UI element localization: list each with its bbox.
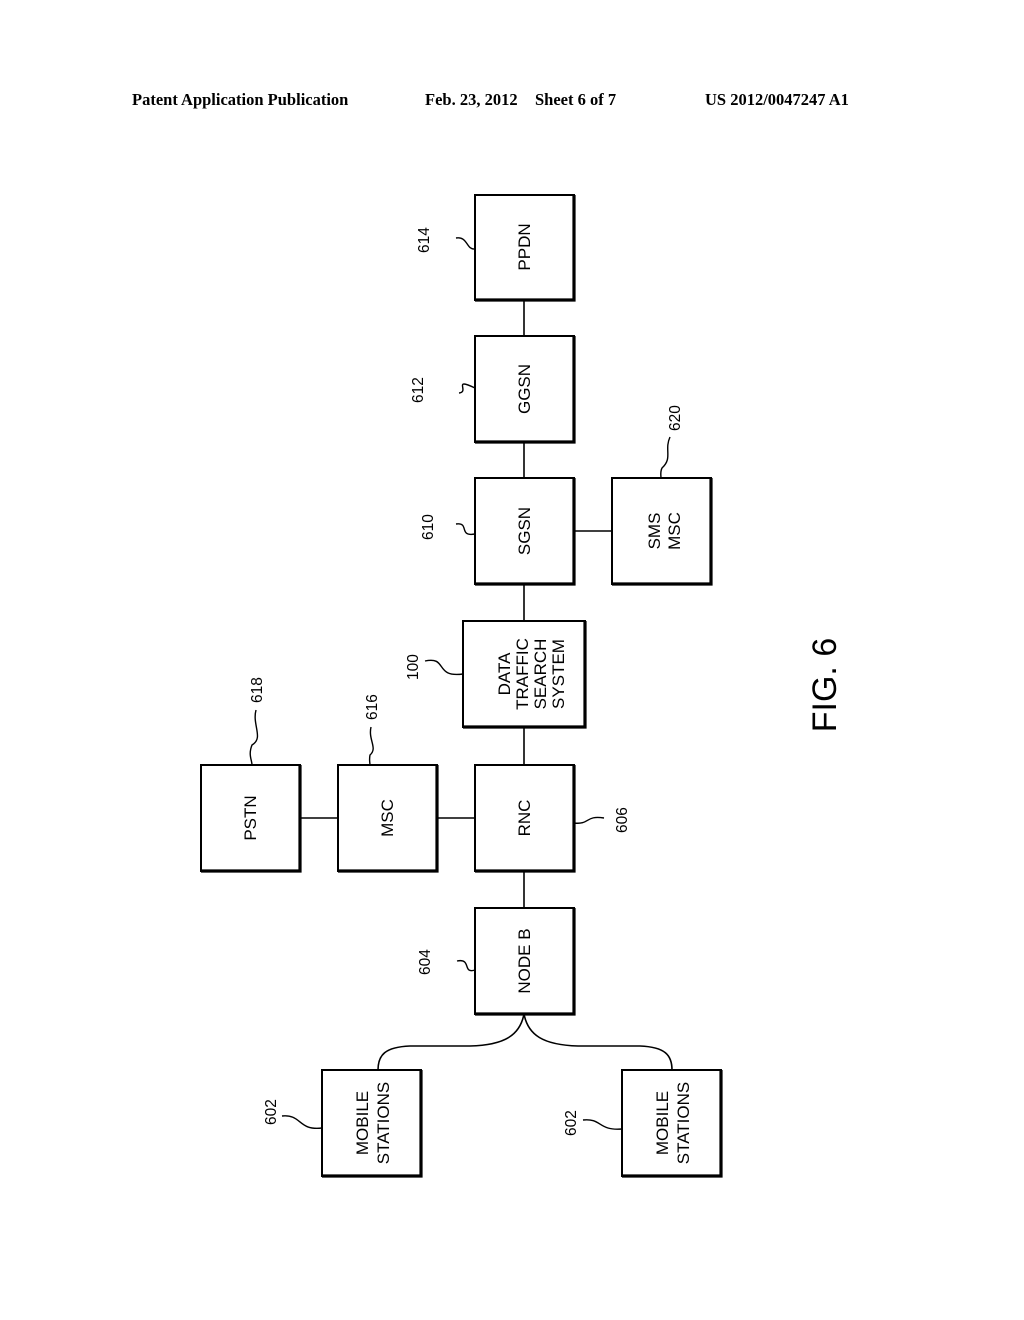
node-pstn[interactable]: PSTN	[200, 764, 302, 873]
node-sgsn[interactable]: SGSN	[474, 477, 576, 586]
mobile-2-label-line-2: STATIONS	[674, 1082, 693, 1165]
msc-label: MSC	[378, 799, 397, 837]
node-mobile-stations-1[interactable]: MOBILE STATIONS	[321, 1069, 423, 1178]
pstn-ref: 618	[249, 677, 266, 703]
rnc-ref: 606	[614, 807, 631, 833]
sgsn-label: SGSN	[515, 507, 534, 555]
mobile-2-ref: 602	[563, 1110, 580, 1136]
node-sms-msc[interactable]: SMS MSC	[611, 477, 713, 586]
node-b-label: NODE B	[515, 928, 534, 993]
sms-msc-ref: 620	[667, 405, 684, 431]
node-b-leader-line	[456, 959, 476, 972]
sms-msc-label-line-1: SMS	[645, 513, 664, 550]
mobile-2-leader-line	[582, 1119, 623, 1130]
ppdn-label: PPDN	[515, 223, 534, 270]
node-b-ref: 604	[417, 949, 434, 975]
pstn-label: PSTN	[241, 795, 260, 840]
dtss-label-line-4: SYSTEM	[549, 639, 568, 709]
msc-leader-line	[368, 726, 374, 766]
wire-nodeb-mobile-1	[377, 1013, 525, 1071]
mobile-1-ref: 602	[263, 1099, 280, 1125]
dtss-label-line-1: DATA	[495, 652, 514, 695]
ppdn-ref: 614	[416, 227, 433, 253]
pstn-leader-line	[249, 709, 259, 766]
network-diagram: PPDN 614 GGSN 612 SGSN 610 SMS MSC 620 D…	[200, 194, 844, 1178]
dtss-label-line-2: TRAFFIC	[513, 638, 532, 710]
ggsn-leader-line	[458, 383, 476, 394]
mobile-1-leader-line	[281, 1115, 323, 1129]
msc-ref: 616	[364, 694, 381, 720]
mobile-1-label-line-2: STATIONS	[374, 1082, 393, 1165]
node-msc[interactable]: MSC	[337, 764, 439, 873]
node-data-traffic-search-system[interactable]: DATA TRAFFIC SEARCH SYSTEM	[462, 620, 587, 729]
dtss-leader-line	[424, 659, 464, 676]
dtss-label-line-3: SEARCH	[531, 639, 550, 710]
sgsn-leader-line	[455, 523, 476, 536]
rnc-leader-line	[573, 816, 605, 824]
node-rnc[interactable]: RNC	[474, 764, 576, 873]
ggsn-ref: 612	[410, 377, 427, 403]
sms-msc-leader-line	[660, 436, 671, 479]
node-node-b[interactable]: NODE B	[474, 907, 576, 1016]
node-ppdn[interactable]: PPDN	[474, 194, 576, 302]
node-ggsn[interactable]: GGSN	[474, 335, 576, 444]
sgsn-ref: 610	[420, 514, 437, 540]
dtss-ref: 100	[405, 654, 422, 680]
mobile-2-label-line-1: MOBILE	[653, 1091, 672, 1155]
wire-nodeb-mobile-2	[523, 1013, 673, 1071]
ggsn-label: GGSN	[515, 364, 534, 414]
node-mobile-stations-2[interactable]: MOBILE STATIONS	[621, 1069, 723, 1178]
sms-msc-label-line-2: MSC	[665, 512, 684, 550]
mobile-1-label-line-1: MOBILE	[353, 1091, 372, 1155]
ppdn-leader-line	[455, 237, 476, 250]
rnc-label: RNC	[515, 800, 534, 837]
figure-caption: FIG. 6	[806, 638, 844, 732]
